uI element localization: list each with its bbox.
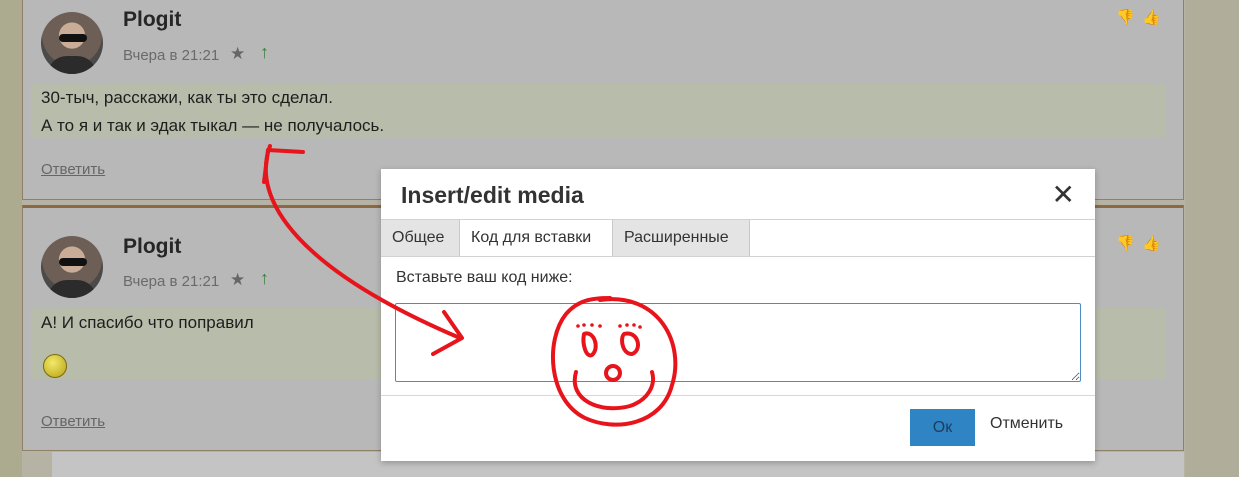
- dialog-title: Insert/edit media: [401, 182, 584, 208]
- tab-general[interactable]: Общее: [381, 220, 460, 256]
- like-icon[interactable]: 👍: [1142, 8, 1161, 26]
- reply-link[interactable]: Ответить: [41, 161, 105, 178]
- upvote-icon[interactable]: ↑: [260, 42, 269, 63]
- comment-author[interactable]: Plogit: [123, 235, 181, 259]
- cancel-button[interactable]: Отменить: [990, 415, 1063, 433]
- avatar[interactable]: [41, 236, 103, 298]
- comment-body: 30-тыч, расскажи, как ты это сделал. А т…: [31, 84, 1165, 138]
- embed-code-label: Вставьте ваш код ниже:: [396, 269, 573, 286]
- page-left-strip: [0, 0, 22, 477]
- page-right-strip: [1185, 0, 1239, 477]
- comment-text-line: А то я и так и эдак тыкал — не получалос…: [41, 116, 385, 135]
- comment-text-line: А! И спасибо что поправил: [41, 313, 254, 332]
- dislike-icon[interactable]: 👎: [1116, 8, 1135, 26]
- dialog-footer-divider: [381, 395, 1095, 396]
- tab-embed-code[interactable]: Код для вставки: [460, 220, 613, 256]
- star-icon[interactable]: ★: [230, 44, 245, 64]
- dislike-icon[interactable]: 👎: [1116, 234, 1135, 252]
- avatar[interactable]: [41, 12, 103, 74]
- ok-button[interactable]: Ок: [910, 409, 975, 446]
- smiley-emoji-icon: [43, 354, 67, 378]
- comment-timestamp[interactable]: Вчера в 21:21: [123, 47, 219, 64]
- insert-media-dialog: Insert/edit media ✕ Общее Код для вставк…: [381, 169, 1095, 461]
- dialog-tabs: Общее Код для вставки Расширенные: [381, 219, 1095, 257]
- tab-advanced[interactable]: Расширенные: [613, 220, 750, 256]
- reply-link[interactable]: Ответить: [41, 413, 105, 430]
- comment-author[interactable]: Plogit: [123, 8, 181, 32]
- upvote-icon[interactable]: ↑: [260, 268, 269, 289]
- star-icon[interactable]: ★: [230, 270, 245, 290]
- comment-timestamp[interactable]: Вчера в 21:21: [123, 273, 219, 290]
- comment-text-line: 30-тыч, расскажи, как ты это сделал.: [41, 88, 333, 107]
- embed-code-input[interactable]: [395, 303, 1081, 382]
- like-icon[interactable]: 👍: [1142, 234, 1161, 252]
- close-icon[interactable]: ✕: [1052, 178, 1075, 211]
